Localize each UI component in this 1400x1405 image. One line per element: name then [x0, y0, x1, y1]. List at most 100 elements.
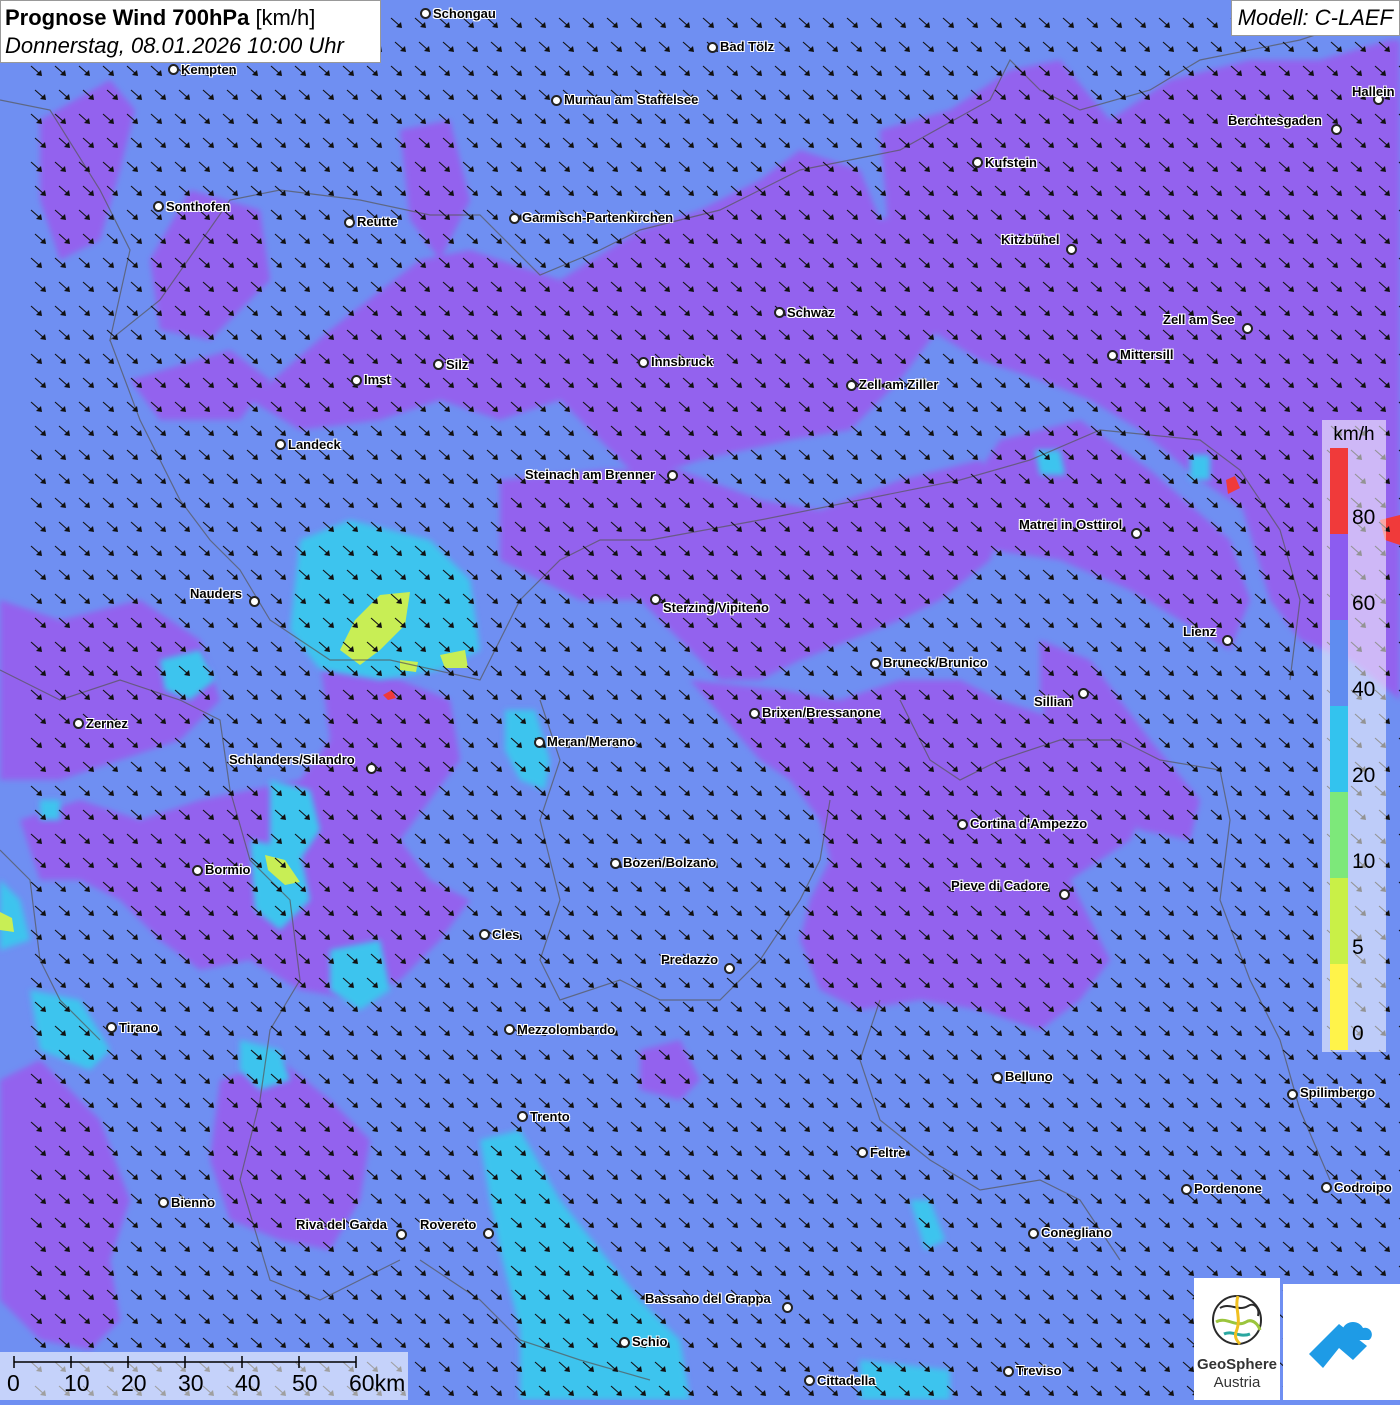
logo-country: Austria: [1213, 1374, 1261, 1391]
city-label: Hallein: [1352, 84, 1395, 99]
city-label: Schongau: [433, 6, 496, 21]
city-label: Kufstein: [985, 155, 1037, 170]
city-label: Schwaz: [787, 305, 835, 320]
city-marker: [619, 1337, 630, 1348]
city-marker: [992, 1072, 1003, 1083]
city-marker: [275, 439, 286, 450]
city-marker: [73, 718, 84, 729]
legend-swatch: [1330, 792, 1348, 878]
city-label: Cortina d'Ampezzo: [970, 816, 1088, 831]
city-label: Berchtesgaden: [1228, 113, 1322, 128]
city-label: Innsbruck: [651, 354, 714, 369]
city-label: Bormio: [205, 862, 251, 877]
city-marker: [1181, 1184, 1192, 1195]
city-label: Pordenone: [1194, 1181, 1262, 1196]
title-box: Prognose Wind 700hPa [km/h] Donnerstag, …: [0, 0, 381, 63]
city-label: Predazzo: [661, 952, 719, 967]
city-label: Sonthofen: [166, 199, 231, 214]
city-marker: [1242, 323, 1253, 334]
city-label: Sillian: [1034, 694, 1073, 709]
scale-label: 50: [292, 1370, 318, 1396]
city-label: Brixen/Bressanone: [762, 705, 881, 720]
city-marker: [249, 596, 260, 607]
city-label: Cles: [492, 927, 520, 942]
city-label: Zell am Ziller: [859, 377, 939, 392]
city-label: Bad Tölz: [720, 39, 775, 54]
scale-label: 30: [178, 1370, 204, 1396]
city-marker: [534, 737, 545, 748]
city-label: Bassano del Grappa: [645, 1291, 771, 1306]
city-marker: [1059, 889, 1070, 900]
cloud-arrow-icon: [1309, 1322, 1372, 1368]
city-label: Matrei in Osttirol: [1019, 517, 1123, 532]
city-label: Zernez: [86, 716, 128, 731]
legend-label: 0: [1352, 1022, 1364, 1045]
city-marker: [870, 658, 881, 669]
legend-swatch: [1330, 448, 1348, 534]
city-marker: [517, 1111, 528, 1122]
city-label: Bienno: [171, 1195, 216, 1210]
city-marker: [1028, 1228, 1039, 1239]
city-label: Schlanders/Silandro: [229, 752, 355, 767]
city-label: Cittadella: [817, 1373, 876, 1388]
city-marker: [667, 470, 678, 481]
legend-swatch: [1330, 706, 1348, 792]
legend-label: 5: [1352, 936, 1364, 959]
city-marker: [479, 929, 490, 940]
city-label: Pieve di Cadore: [951, 878, 1049, 893]
scale-label: 0: [7, 1370, 20, 1396]
city-marker: [509, 213, 520, 224]
weather-app-logo: [1283, 1284, 1400, 1400]
city-marker: [158, 1197, 169, 1208]
city-label: Spilimbergo: [1300, 1085, 1376, 1100]
city-label: Codroipo: [1334, 1180, 1392, 1195]
model-label: Modell: C-LAEF: [1230, 0, 1400, 36]
city-marker: [638, 357, 649, 368]
geosphere-logo: GeoSphere Austria: [1194, 1278, 1280, 1400]
logo-name: GeoSphere: [1196, 1356, 1278, 1373]
city-marker: [1066, 244, 1077, 255]
city-marker: [724, 963, 735, 974]
city-marker: [1287, 1089, 1298, 1100]
city-marker: [551, 95, 562, 106]
legend-color-bar: [1330, 448, 1348, 1050]
city-marker: [707, 42, 718, 53]
city-marker: [344, 217, 355, 228]
city-marker: [749, 708, 760, 719]
city-marker: [782, 1302, 793, 1313]
city-marker: [1131, 528, 1142, 539]
city-label: Belluno: [1005, 1069, 1053, 1084]
scale-label: 60km: [349, 1370, 406, 1396]
city-label: Tirano: [119, 1020, 159, 1035]
city-label: Nauders: [190, 586, 243, 601]
city-marker: [1078, 688, 1089, 699]
city-marker: [1107, 350, 1118, 361]
city-label: Zell am See: [1163, 312, 1235, 327]
city-marker: [396, 1229, 407, 1240]
scale-label: 20: [121, 1370, 147, 1396]
city-marker: [774, 307, 785, 318]
scale-bar: 0 10 20 30 40 50 60km: [0, 1352, 408, 1400]
city-marker: [192, 865, 203, 876]
city-marker: [433, 359, 444, 370]
city-marker: [846, 380, 857, 391]
city-marker: [483, 1228, 494, 1239]
city-label: Schio: [632, 1334, 668, 1349]
map-title: Prognose Wind 700hPa [km/h]: [5, 5, 316, 30]
city-marker: [366, 763, 377, 774]
city-label: Landeck: [288, 437, 341, 452]
city-marker: [610, 858, 621, 869]
city-label: Bruneck/Brunico: [883, 655, 988, 670]
legend-swatch: [1330, 878, 1348, 964]
city-label: Sterzing/Vipiteno: [663, 600, 769, 615]
city-label: Bozen/Bolzano: [623, 855, 717, 870]
legend-swatch: [1330, 534, 1348, 620]
city-marker: [1321, 1182, 1332, 1193]
city-label: Treviso: [1016, 1363, 1062, 1378]
legend-label: 60: [1352, 592, 1376, 615]
city-marker: [153, 201, 164, 212]
legend-label: 80: [1352, 506, 1376, 529]
color-legend: km/h 80 60 40 20 10 5 0: [1322, 420, 1386, 1052]
city-label: Silz: [446, 357, 469, 372]
city-label: Trento: [530, 1109, 570, 1124]
